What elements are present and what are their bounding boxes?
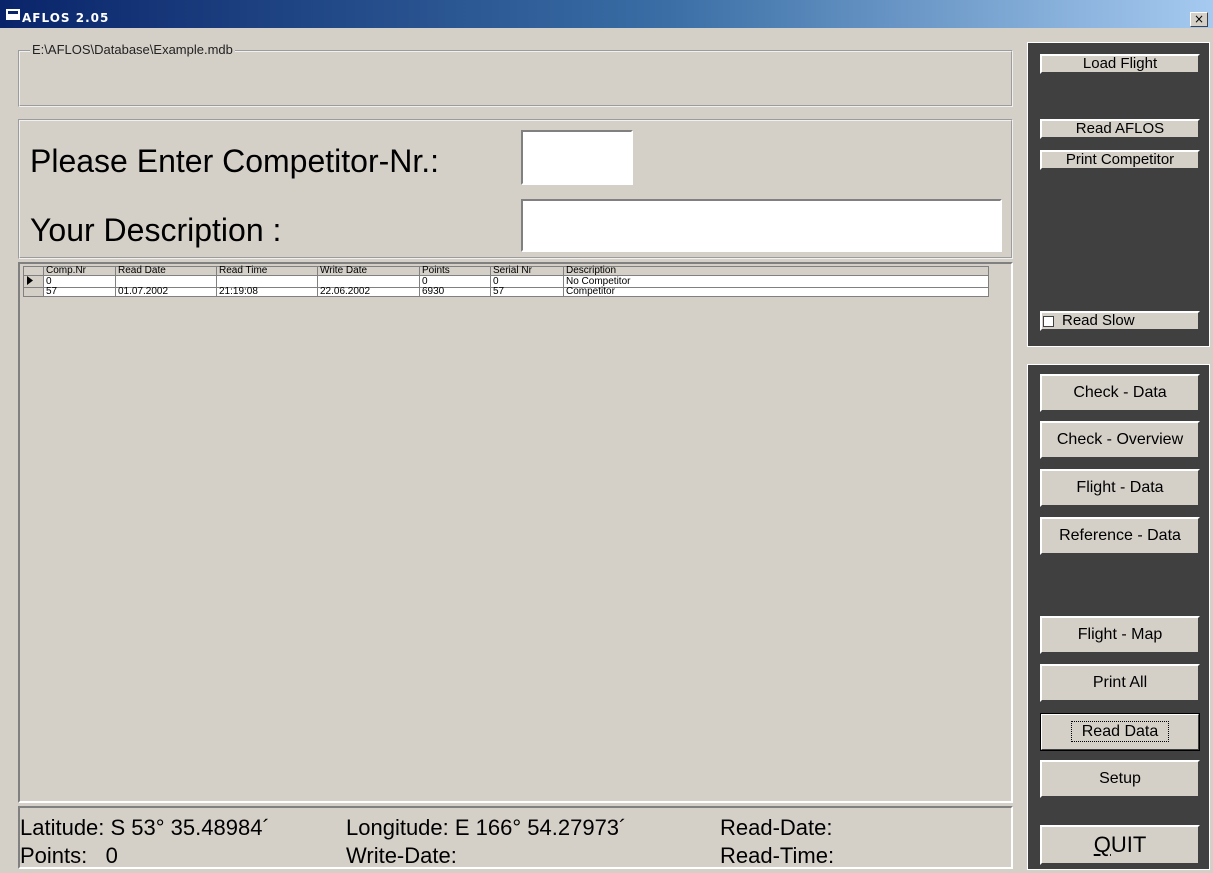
competitor-number-label: Please Enter Competitor-Nr.: — [30, 143, 440, 179]
column-header[interactable]: Description — [563, 266, 989, 276]
app-window: AFLOS 2.05 × E:\AFLOS\Database\Example.m… — [0, 0, 1213, 873]
database-path-group — [18, 50, 1013, 107]
table-cell[interactable]: 6930 — [419, 287, 491, 297]
table-cell[interactable]: 21:19:08 — [216, 287, 318, 297]
table-cell[interactable]: No Competitor — [563, 275, 989, 288]
load-flight-button[interactable]: Load Flight — [1040, 54, 1200, 74]
table-cell[interactable]: 57 — [43, 287, 116, 297]
description-input[interactable] — [521, 199, 1002, 252]
column-header[interactable]: Points — [419, 266, 491, 276]
points-readout: Points: 0 — [20, 843, 118, 868]
reference-data-button[interactable]: Reference - Data — [1040, 517, 1200, 555]
flight-data-button[interactable]: Flight - Data — [1040, 469, 1200, 507]
read-slow-checkbox-box[interactable] — [1043, 316, 1054, 327]
close-button[interactable]: × — [1190, 12, 1208, 27]
column-header[interactable]: Comp.Nr — [43, 266, 116, 276]
read-slow-checkbox[interactable]: Read Slow — [1040, 311, 1200, 331]
read-time-readout: Read-Time: — [720, 843, 835, 868]
table-header-row: Comp.Nr Read Date Read Time Write Date P… — [23, 266, 989, 276]
table-cell[interactable]: 22.06.2002 — [317, 287, 420, 297]
check-overview-button[interactable]: Check - Overview — [1040, 421, 1200, 459]
column-header[interactable]: Write Date — [317, 266, 420, 276]
row-indicator — [23, 287, 44, 297]
table-cell[interactable]: 01.07.2002 — [115, 287, 217, 297]
column-header[interactable]: Read Time — [216, 266, 318, 276]
description-label: Your Description : — [30, 212, 282, 248]
print-competitor-button[interactable]: Print Competitor — [1040, 150, 1200, 170]
current-row-arrow-icon — [27, 276, 33, 285]
write-date-readout: Write-Date: — [346, 843, 457, 868]
flight-map-button[interactable]: Flight - Map — [1040, 616, 1200, 654]
competitor-number-input[interactable] — [521, 130, 633, 185]
read-controls-panel — [1027, 42, 1210, 347]
read-date-readout: Read-Date: — [720, 815, 833, 840]
competitor-grid[interactable]: Comp.Nr Read Date Read Time Write Date P… — [18, 262, 1013, 803]
current-row-indicator — [23, 275, 44, 288]
app-icon — [6, 9, 20, 20]
print-all-button[interactable]: Print All — [1040, 664, 1200, 702]
setup-button[interactable]: Setup — [1040, 760, 1200, 798]
read-slow-label: Read Slow — [1062, 312, 1135, 329]
quit-button[interactable]: QUIT — [1040, 825, 1200, 865]
database-path-label: E:\AFLOS\Database\Example.mdb — [30, 42, 235, 57]
competitor-table: Comp.Nr Read Date Read Time Write Date P… — [23, 266, 989, 297]
read-data-label: Read Data — [1070, 721, 1170, 742]
table-cell[interactable]: Competitor — [563, 287, 989, 297]
check-data-button[interactable]: Check - Data — [1040, 374, 1200, 412]
table-row[interactable]: 57 01.07.2002 21:19:08 22.06.2002 6930 5… — [23, 287, 989, 297]
window-title: AFLOS 2.05 — [22, 11, 110, 25]
quit-label: QUIT — [1093, 832, 1147, 857]
latitude-readout: Latitude: S 53° 35.48984´ — [20, 815, 270, 840]
longitude-readout: Longitude: E 166° 54.27973´ — [346, 815, 627, 840]
read-aflos-button[interactable]: Read AFLOS — [1040, 119, 1200, 139]
row-indicator-header — [23, 266, 44, 276]
title-bar[interactable]: AFLOS 2.05 × — [0, 0, 1213, 28]
column-header[interactable]: Serial Nr — [490, 266, 564, 276]
column-header[interactable]: Read Date — [115, 266, 217, 276]
table-cell[interactable]: 57 — [490, 287, 564, 297]
read-data-button[interactable]: Read Data — [1040, 713, 1200, 751]
table-row[interactable]: 0 0 0 No Competitor — [23, 275, 989, 288]
